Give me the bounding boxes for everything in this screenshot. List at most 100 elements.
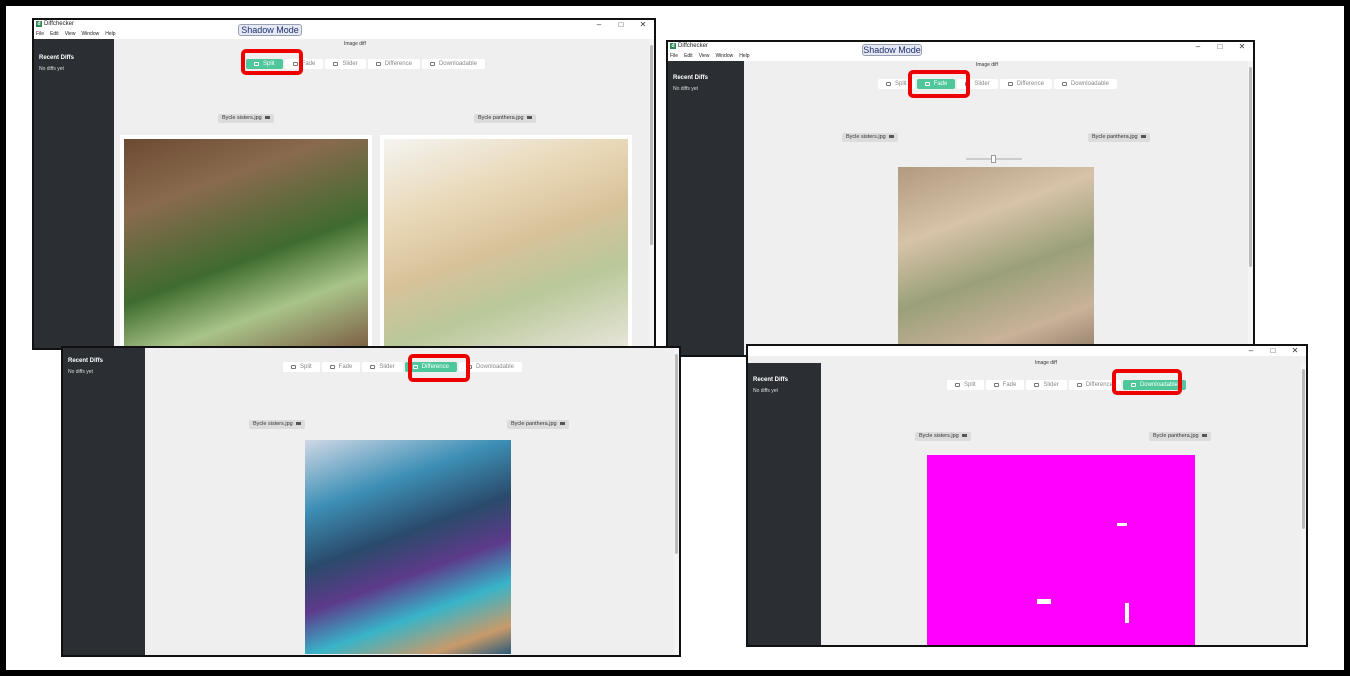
folder-icon xyxy=(961,434,967,438)
highlight-difference-tab xyxy=(408,354,470,382)
menu-bar: File Edit View Window Help xyxy=(668,53,1253,61)
fade-slider[interactable] xyxy=(966,155,1022,163)
right-file-chip[interactable]: Bycle panthera.jpg xyxy=(474,114,536,123)
menu-window[interactable]: Window xyxy=(81,31,99,39)
image-diff-heading: Image diff xyxy=(344,41,366,47)
screenshot-collage: d Diffchecker – □ ✕ File Edit View Window… xyxy=(6,6,1344,670)
right-image xyxy=(384,139,628,348)
maximize-button[interactable]: □ xyxy=(1262,346,1284,356)
split-icon xyxy=(955,383,960,387)
folder-icon xyxy=(1201,434,1207,438)
faded-overlay-image xyxy=(898,167,1094,355)
tab-difference[interactable]: Difference xyxy=(367,59,420,69)
sidebar: Recent Diffs No diffs yet xyxy=(668,61,744,355)
window-title: Diffchecker xyxy=(44,21,74,27)
minimize-button[interactable]: – xyxy=(588,20,610,30)
recent-diffs-title: Recent Diffs xyxy=(39,55,75,61)
left-file-chip[interactable]: Bycle sisters.jpg xyxy=(842,133,898,142)
tab-slider[interactable]: Slider xyxy=(325,59,366,69)
menu-view[interactable]: View xyxy=(65,31,76,39)
slider-icon xyxy=(370,365,376,369)
right-file-chip[interactable]: Bycle panthera.jpg xyxy=(507,420,569,429)
content-area: Split Fade Slider Difference Downloadabl… xyxy=(145,348,679,655)
diffchecker-window-split: d Diffchecker – □ ✕ File Edit View Window… xyxy=(32,18,656,350)
right-file-chip[interactable]: Bycle panthera.jpg xyxy=(1088,133,1150,142)
highlight-split-tab xyxy=(241,49,303,75)
menu-edit[interactable]: Edit xyxy=(684,53,693,61)
difference-icon xyxy=(1007,82,1013,86)
difference-image xyxy=(305,440,511,654)
close-button[interactable]: ✕ xyxy=(1284,346,1306,356)
folder-icon xyxy=(559,422,565,426)
sidebar: Recent Diffs No diffs yet xyxy=(34,39,114,348)
menu-bar: File Edit View Window Help xyxy=(34,31,654,39)
highlight-downloadable-tab xyxy=(1112,369,1182,395)
diffchecker-window-difference: Recent Diffs No diffs yet Split Fade Sli… xyxy=(61,346,681,657)
split-icon xyxy=(886,82,891,86)
tab-split[interactable]: Split xyxy=(947,380,984,390)
scrollbar[interactable] xyxy=(674,348,679,655)
fade-slider-handle[interactable] xyxy=(991,155,996,163)
tab-fade[interactable]: Fade xyxy=(985,380,1025,390)
image-diff-heading: Image diff xyxy=(1035,360,1057,366)
download-icon xyxy=(429,62,435,66)
close-button[interactable]: ✕ xyxy=(632,20,654,30)
title-bar: d Diffchecker – □ ✕ xyxy=(668,42,1253,53)
difference-icon xyxy=(1076,383,1082,387)
tab-split[interactable]: Split xyxy=(283,362,320,372)
window-title: Diffchecker xyxy=(678,43,708,49)
shadow-mode-button[interactable]: Shadow Mode xyxy=(862,44,922,56)
slider-icon xyxy=(333,62,339,66)
left-file-chip[interactable]: Bycle sisters.jpg xyxy=(218,114,274,123)
no-diffs-text: No diffs yet xyxy=(673,86,698,92)
minimize-button[interactable]: – xyxy=(1187,42,1209,52)
tab-fade[interactable]: Fade xyxy=(321,362,361,372)
content-area: Image diff Split Fade Slider Difference … xyxy=(744,61,1253,355)
recent-diffs-title: Recent Diffs xyxy=(673,75,709,81)
minimize-button[interactable]: – xyxy=(1240,346,1262,356)
tab-slider[interactable]: Slider xyxy=(362,362,403,372)
menu-help[interactable]: Help xyxy=(105,31,115,39)
content-area: Image diff Split Fade Slider Difference … xyxy=(114,39,654,348)
right-file-chip[interactable]: Bycle panthera.jpg xyxy=(1149,432,1211,441)
folder-icon xyxy=(295,422,301,426)
folder-icon xyxy=(888,135,894,139)
split-icon xyxy=(291,365,296,369)
scrollbar[interactable] xyxy=(1248,61,1253,355)
maximize-button[interactable]: □ xyxy=(1209,42,1231,52)
tab-difference[interactable]: Difference xyxy=(999,79,1052,89)
tab-downloadable[interactable]: Downloadable xyxy=(1053,79,1117,89)
difference-icon xyxy=(375,62,381,66)
tab-downloadable[interactable]: Downloadable xyxy=(421,59,485,69)
highlight-fade-tab xyxy=(908,70,970,98)
left-file-chip[interactable]: Bycle sisters.jpg xyxy=(249,420,305,429)
shadow-mode-button[interactable]: Shadow Mode xyxy=(238,24,302,36)
scrollbar[interactable] xyxy=(1301,363,1306,645)
scrollbar[interactable] xyxy=(649,39,654,348)
close-button[interactable]: ✕ xyxy=(1231,42,1253,52)
title-bar: d Diffchecker – □ ✕ xyxy=(34,20,654,31)
diffchecker-logo-icon: d xyxy=(36,21,42,27)
tab-slider[interactable]: Slider xyxy=(1026,380,1067,390)
left-image-card xyxy=(120,135,372,348)
sidebar: Recent Diffs No diffs yet xyxy=(748,363,821,645)
menu-file[interactable]: File xyxy=(36,31,44,39)
content-area: Image diff Split Fade Slider Difference … xyxy=(821,356,1306,645)
menu-edit[interactable]: Edit xyxy=(50,31,59,39)
left-file-chip[interactable]: Bycle sisters.jpg xyxy=(915,432,971,441)
recent-diffs-title: Recent Diffs xyxy=(68,358,104,364)
left-image xyxy=(124,139,368,348)
title-bar: – □ ✕ xyxy=(748,346,1306,356)
view-mode-tabs: Split Fade Slider Difference Downloadabl… xyxy=(283,362,522,372)
menu-window[interactable]: Window xyxy=(715,53,733,61)
no-diffs-text: No diffs yet xyxy=(68,369,93,375)
folder-icon xyxy=(264,116,270,120)
right-image-card xyxy=(380,135,632,348)
menu-file[interactable]: File xyxy=(670,53,678,61)
fade-icon xyxy=(993,383,999,387)
maximize-button[interactable]: □ xyxy=(610,20,632,30)
menu-view[interactable]: View xyxy=(699,53,710,61)
menu-help[interactable]: Help xyxy=(739,53,749,61)
downloadable-diff-image xyxy=(927,455,1195,645)
sidebar: Recent Diffs No diffs yet xyxy=(63,348,145,655)
